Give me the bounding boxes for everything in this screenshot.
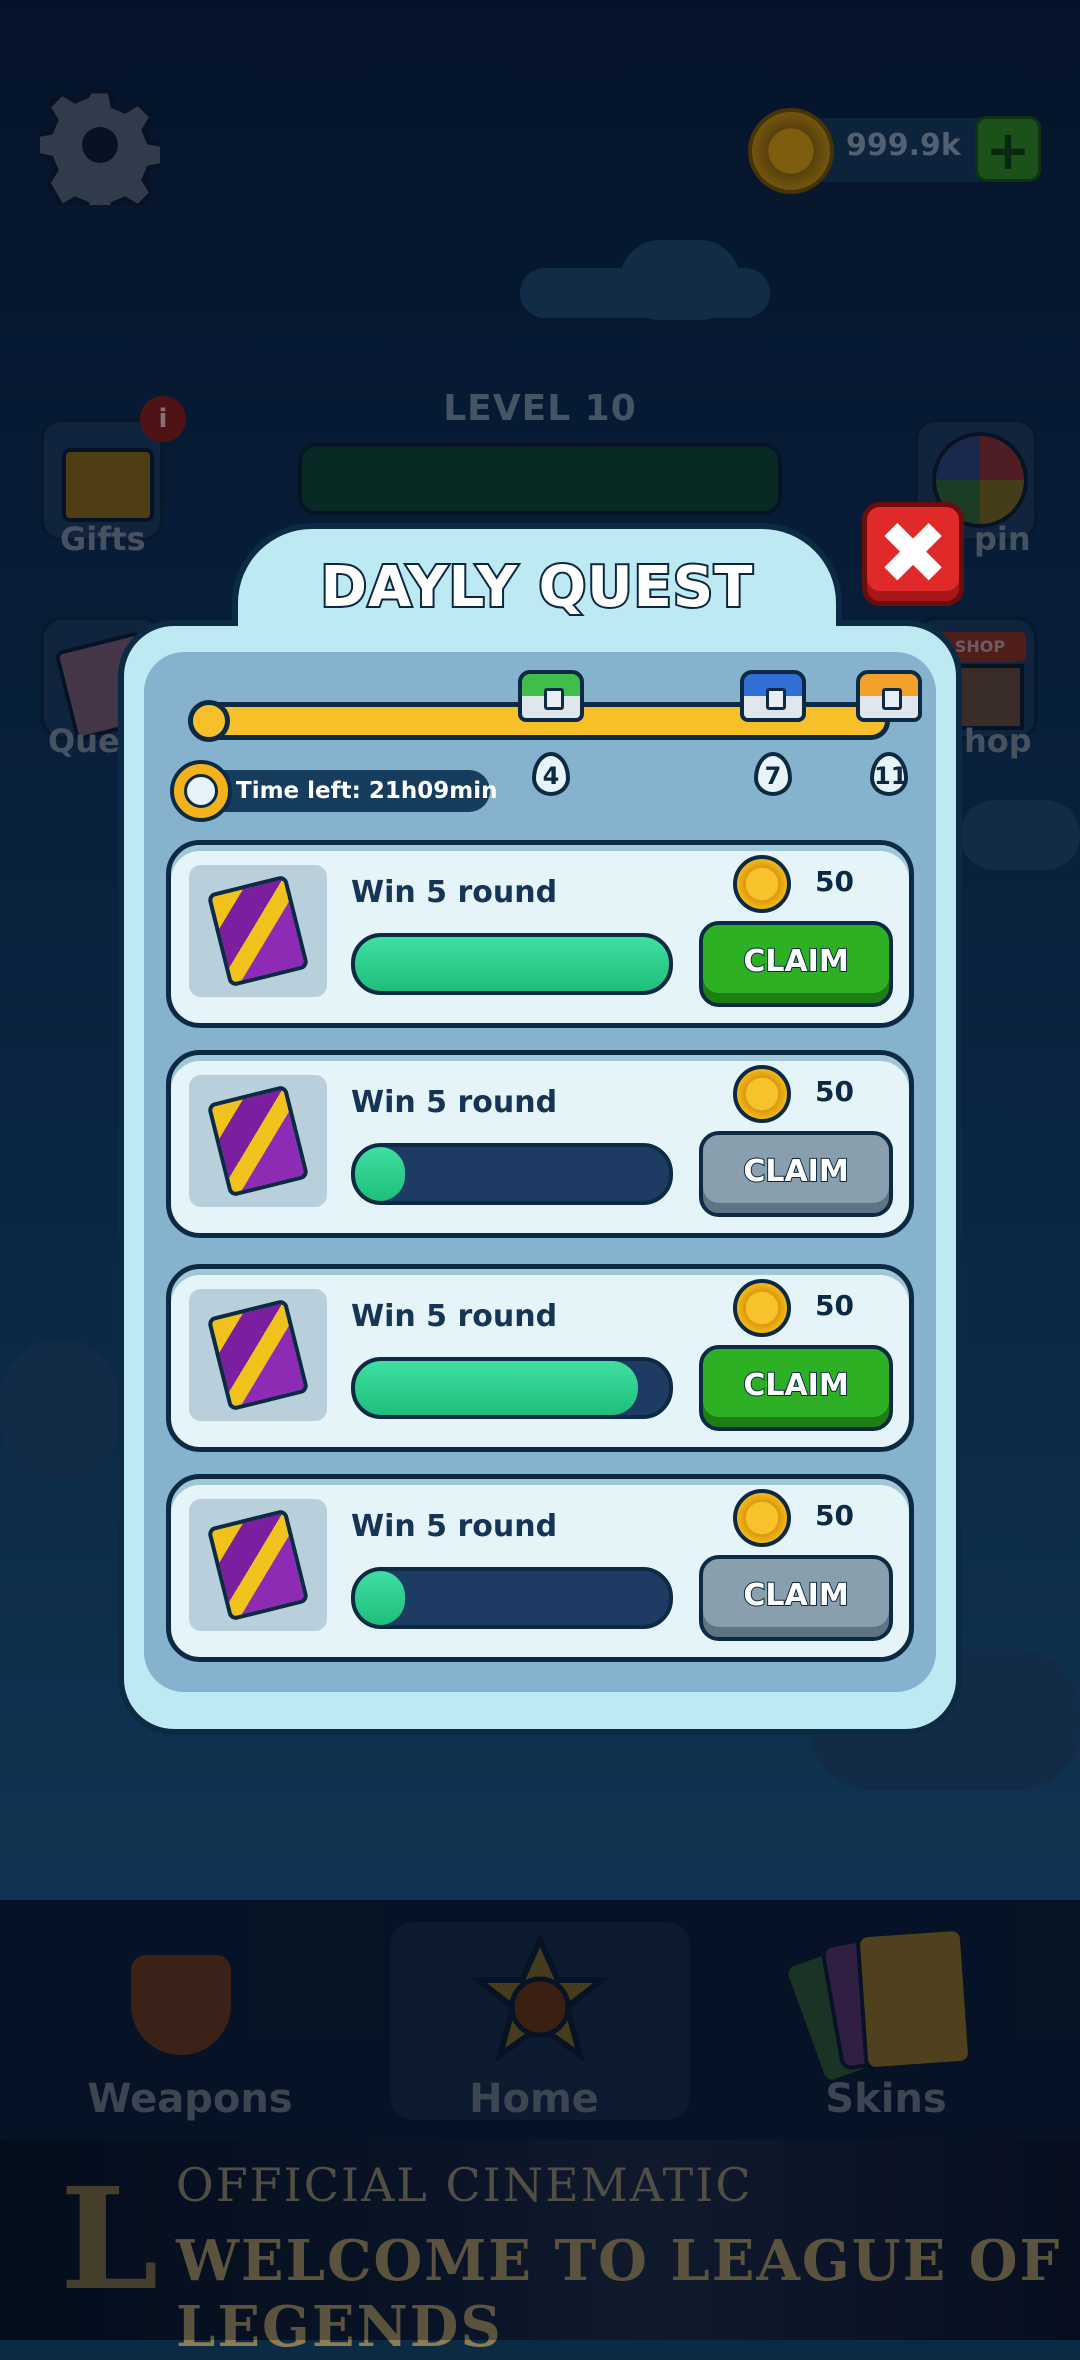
quest-card: Win 5 round 50 CLAIM <box>166 1264 914 1452</box>
quest-image <box>189 1075 327 1207</box>
quest-image <box>189 1499 327 1631</box>
coin-icon <box>733 1489 791 1547</box>
claim-button[interactable]: CLAIM <box>699 1555 893 1641</box>
green-chest-icon[interactable] <box>518 670 584 722</box>
quest-title: Win 5 round <box>351 875 558 910</box>
close-button[interactable]: ✖ <box>862 502 964 606</box>
time-left-label: Time left: 21h09min <box>236 778 498 804</box>
stopwatch-icon <box>170 760 232 822</box>
quest-image <box>189 865 327 997</box>
quest-title: Win 5 round <box>351 1085 558 1120</box>
quest-progress-fill <box>355 1361 638 1415</box>
milestone-marker: 7 <box>754 752 792 796</box>
quest-title: Win 5 round <box>351 1509 558 1544</box>
milestone-marker: 11 <box>870 752 908 796</box>
quest-title: Win 5 round <box>351 1299 558 1334</box>
close-icon: ✖ <box>876 504 950 604</box>
quest-progress-bar <box>351 933 673 995</box>
spellbook-icon <box>206 874 310 988</box>
spellbook-icon <box>206 1084 310 1198</box>
quest-reward: 50 <box>815 1289 854 1322</box>
orange-chest-icon[interactable] <box>856 670 922 722</box>
quest-card: Win 5 round 50 CLAIM <box>166 840 914 1028</box>
quest-image <box>189 1289 327 1421</box>
quest-reward: 50 <box>815 1075 854 1108</box>
quest-progress-fill <box>355 1571 406 1625</box>
coin-icon <box>733 1279 791 1337</box>
coin-icon <box>733 1065 791 1123</box>
claim-button[interactable]: CLAIM <box>699 1345 893 1431</box>
coin-icon <box>733 855 791 913</box>
quest-progress-bar <box>351 1357 673 1419</box>
claim-button[interactable]: CLAIM <box>699 1131 893 1217</box>
track-start-knob <box>188 700 230 742</box>
quest-card: Win 5 round 50 CLAIM <box>166 1050 914 1238</box>
modal-title: DAYLY QUEST <box>319 553 755 622</box>
spellbook-icon <box>206 1298 310 1412</box>
quest-progress-fill <box>355 1147 406 1201</box>
blue-chest-icon[interactable] <box>740 670 806 722</box>
milestone-marker: 4 <box>532 752 570 796</box>
quest-card: Win 5 round 50 CLAIM <box>166 1474 914 1662</box>
quest-reward: 50 <box>815 865 854 898</box>
claim-button[interactable]: CLAIM <box>699 921 893 1007</box>
quest-progress-fill <box>355 937 669 991</box>
quest-reward: 50 <box>815 1499 854 1532</box>
spellbook-icon <box>206 1508 310 1622</box>
quest-progress-bar <box>351 1143 673 1205</box>
quest-progress-bar <box>351 1567 673 1629</box>
